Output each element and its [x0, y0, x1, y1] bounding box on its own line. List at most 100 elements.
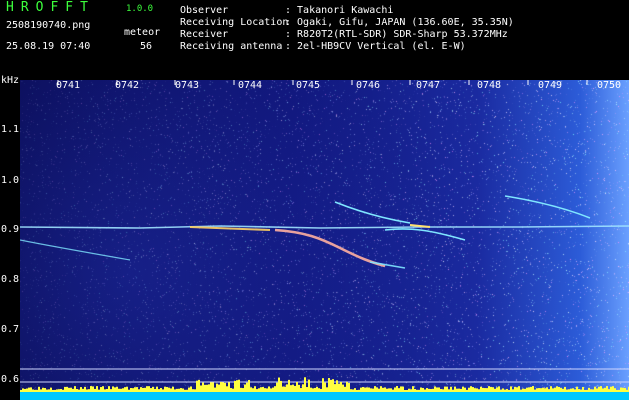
- level-bar: [228, 382, 230, 392]
- level-bar: [108, 386, 110, 392]
- level-bar: [298, 384, 300, 392]
- level-bar: [452, 389, 454, 392]
- level-bar: [542, 387, 544, 392]
- level-bar: [192, 389, 194, 392]
- level-bar: [370, 388, 372, 392]
- level-bar: [352, 389, 354, 392]
- level-baseline: [20, 392, 629, 400]
- level-bar: [380, 386, 382, 392]
- level-bar: [608, 389, 610, 392]
- observer-value: : Takanori Kawachi: [285, 5, 394, 16]
- level-bar: [516, 387, 518, 392]
- level-bar: [458, 388, 460, 392]
- level-bar: [258, 388, 260, 392]
- level-bar: [300, 388, 302, 392]
- level-bar: [412, 386, 414, 392]
- level-bar: [472, 387, 474, 392]
- level-bar: [478, 389, 480, 392]
- level-bar: [194, 389, 196, 392]
- level-bar: [86, 389, 88, 392]
- level-bar: [38, 386, 40, 392]
- level-bar: [602, 388, 604, 392]
- level-bar: [336, 380, 338, 392]
- level-bar: [384, 387, 386, 392]
- level-bar: [254, 386, 256, 392]
- level-bar: [64, 386, 66, 392]
- freq-label-0.8: 0.8: [1, 274, 20, 285]
- level-bar: [102, 386, 104, 392]
- level-bar: [386, 388, 388, 392]
- level-bar: [588, 387, 590, 392]
- level-bar: [98, 389, 100, 392]
- level-bar: [226, 386, 228, 392]
- level-bar: [484, 388, 486, 392]
- level-bar: [476, 388, 478, 392]
- date-time: 25.08.19 07:40: [6, 41, 91, 52]
- level-bar: [362, 387, 364, 392]
- level-bar: [210, 382, 212, 392]
- level-bar: [520, 389, 522, 392]
- level-bar: [276, 382, 278, 392]
- level-bar: [236, 380, 238, 392]
- level-bar: [204, 384, 206, 392]
- level-bar: [558, 386, 560, 392]
- level-bar: [70, 387, 72, 392]
- level-bar: [346, 381, 348, 392]
- level-bar: [390, 388, 392, 392]
- level-bar: [392, 389, 394, 392]
- level-bar: [150, 388, 152, 392]
- level-bar: [66, 386, 68, 392]
- header-panel: HROFFT 1.0.0 2508190740.png 25.08.19 07:…: [0, 0, 629, 75]
- meteor-label: meteor: [124, 27, 161, 38]
- level-bar: [410, 389, 412, 392]
- level-bar: [400, 386, 402, 392]
- level-bar: [114, 387, 116, 392]
- level-bar: [586, 389, 588, 392]
- level-bar: [278, 377, 280, 392]
- level-bar: [96, 386, 98, 392]
- app-version: 1.0.0: [126, 4, 154, 14]
- meteor-count: 56: [140, 41, 153, 52]
- level-bar: [268, 386, 270, 392]
- level-bar: [328, 378, 330, 392]
- level-bar: [208, 384, 210, 392]
- level-bar: [168, 387, 170, 392]
- level-bar: [626, 389, 628, 392]
- level-bar: [60, 388, 62, 392]
- level-bar: [408, 388, 410, 392]
- level-bar: [322, 378, 324, 392]
- level-bar: [28, 387, 30, 392]
- level-bar: [256, 389, 258, 392]
- level-bar: [52, 389, 54, 392]
- level-bar: [514, 386, 516, 392]
- level-bar: [574, 389, 576, 392]
- level-bar: [170, 388, 172, 392]
- level-bar: [332, 379, 334, 392]
- level-bar: [456, 388, 458, 392]
- carrier-line: [20, 225, 629, 229]
- level-bar: [592, 389, 594, 392]
- level-bar: [22, 388, 24, 392]
- level-bar: [20, 389, 22, 392]
- level-bar: [92, 386, 94, 392]
- level-bar: [222, 382, 224, 392]
- level-bar: [290, 385, 292, 392]
- level-bar: [94, 388, 96, 392]
- level-bar: [134, 387, 136, 392]
- level-bar: [128, 389, 130, 392]
- level-bar: [406, 389, 408, 392]
- level-bar: [112, 386, 114, 392]
- level-bar: [614, 388, 616, 392]
- level-bar: [372, 388, 374, 392]
- level-bar: [424, 389, 426, 392]
- level-bar: [334, 384, 336, 392]
- level-bar: [496, 387, 498, 392]
- level-bar: [40, 389, 42, 392]
- level-bar: [320, 388, 322, 392]
- level-bar: [418, 389, 420, 392]
- level-bar: [126, 386, 128, 392]
- level-bar: [612, 386, 614, 392]
- level-bar: [552, 388, 554, 392]
- level-bar: [294, 385, 296, 392]
- level-bar: [24, 388, 26, 392]
